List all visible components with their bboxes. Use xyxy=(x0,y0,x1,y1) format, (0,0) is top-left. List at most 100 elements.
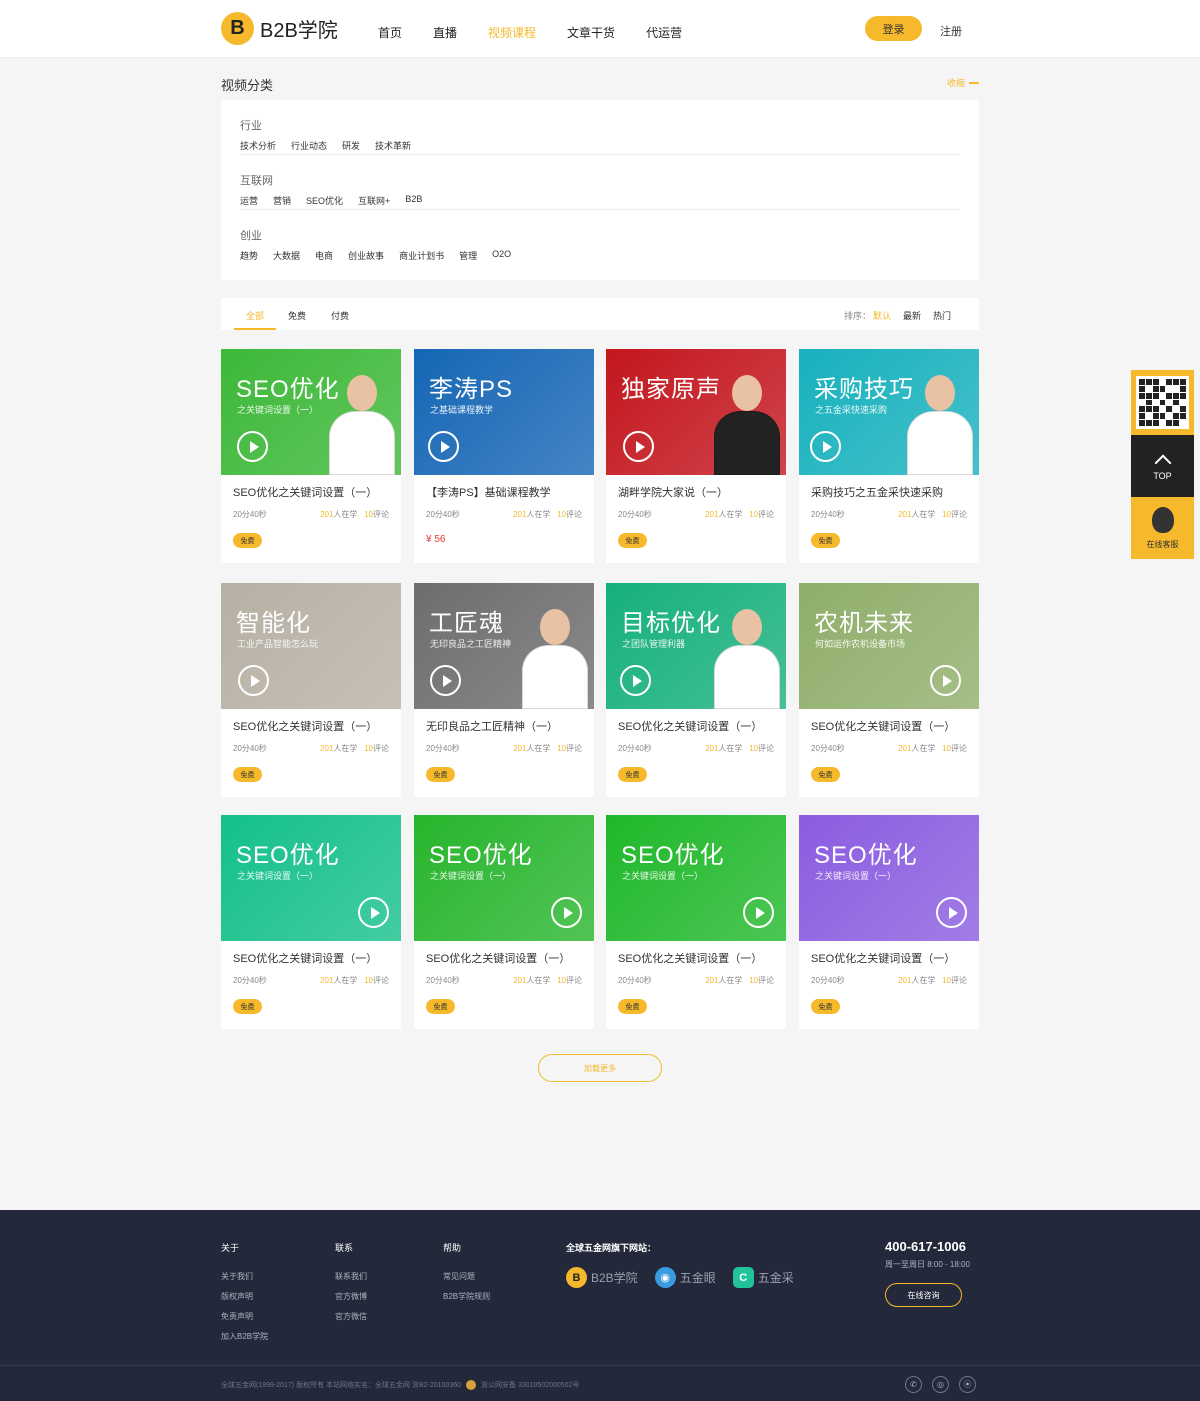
load-more-button[interactable]: 加载更多 xyxy=(538,1054,662,1082)
course-title[interactable]: 采购技巧之五金采快速采购 xyxy=(811,484,943,500)
footer-link[interactable]: 加入B2B学院 xyxy=(221,1331,268,1342)
category-item[interactable]: 行业动态 xyxy=(291,139,327,152)
weibo-icon[interactable]: ◎ xyxy=(932,1376,949,1393)
tab-all[interactable]: 全部 xyxy=(246,309,264,322)
footer-link[interactable]: 常见问题 xyxy=(443,1271,490,1282)
course-card[interactable]: SEO优化 之关键词设置（一） SEO优化之关键词设置（一） 20分40秒 20… xyxy=(414,815,594,1029)
footer-link[interactable]: B2B学院规则 xyxy=(443,1291,490,1302)
course-thumbnail[interactable]: SEO优化 之关键词设置（一） xyxy=(606,815,786,941)
footer-link[interactable]: 关于我们 xyxy=(221,1271,268,1282)
site-b2b-academy[interactable]: B B2B学院 xyxy=(566,1267,638,1288)
category-item[interactable]: 大数据 xyxy=(273,249,300,262)
online-consult-button[interactable]: 在线咨询 xyxy=(885,1283,962,1307)
footer-link[interactable]: 官方微博 xyxy=(335,1291,367,1302)
collapse-toggle[interactable]: 收缩 xyxy=(947,76,980,89)
play-icon[interactable] xyxy=(620,665,651,696)
play-icon[interactable] xyxy=(930,665,961,696)
site-wujincai[interactable]: C 五金采 xyxy=(732,1267,794,1288)
wechat-icon[interactable]: ✆ xyxy=(905,1376,922,1393)
course-card[interactable]: 李涛PS 之基础课程教学 【李涛PS】基础课程教学 20分40秒 201人在学 … xyxy=(414,349,594,563)
category-item[interactable]: 趋势 xyxy=(240,249,258,262)
course-card[interactable]: 采购技巧 之五金采快速采购 采购技巧之五金采快速采购 20分40秒 201人在学… xyxy=(799,349,979,563)
course-card[interactable]: 农机未来 何如运作农机设备市场 SEO优化之关键词设置（一） 20分40秒 20… xyxy=(799,583,979,797)
course-thumbnail[interactable]: 李涛PS 之基础课程教学 xyxy=(414,349,594,475)
course-title[interactable]: 【李涛PS】基础课程教学 xyxy=(426,484,551,500)
course-thumbnail[interactable]: SEO优化 之关键词设置（一） xyxy=(221,815,401,941)
play-icon[interactable] xyxy=(743,897,774,928)
course-title[interactable]: SEO优化之关键词设置（一） xyxy=(811,950,955,966)
footer-link[interactable]: 联系我们 xyxy=(335,1271,367,1282)
sort-default[interactable]: 默认 xyxy=(873,309,891,322)
site-wujinyan[interactable]: ◉ 五金眼 xyxy=(654,1267,716,1288)
active-tab-indicator xyxy=(234,328,276,330)
course-thumbnail[interactable]: 智能化 工业产品智能怎么玩 xyxy=(221,583,401,709)
nav-articles[interactable]: 文章干货 xyxy=(567,24,615,41)
category-item[interactable]: B2B xyxy=(405,194,422,207)
play-icon[interactable] xyxy=(428,431,459,462)
back-to-top-button[interactable]: TOP xyxy=(1131,435,1194,497)
tab-free[interactable]: 免费 xyxy=(288,309,306,322)
category-item[interactable]: 创业故事 xyxy=(348,249,384,262)
footer-link[interactable]: 版权声明 xyxy=(221,1291,268,1302)
course-thumbnail[interactable]: SEO优化 之关键词设置（一） xyxy=(221,349,401,475)
tab-paid[interactable]: 付费 xyxy=(331,309,349,322)
course-thumbnail[interactable]: SEO优化 之关键词设置（一） xyxy=(414,815,594,941)
course-thumbnail[interactable]: SEO优化 之关键词设置（一） xyxy=(799,815,979,941)
category-item[interactable]: 电商 xyxy=(315,249,333,262)
course-thumbnail[interactable]: 采购技巧 之五金采快速采购 xyxy=(799,349,979,475)
category-item[interactable]: 研发 xyxy=(342,139,360,152)
course-thumbnail[interactable]: 农机未来 何如运作农机设备市场 xyxy=(799,583,979,709)
course-title[interactable]: 无印良品之工匠精神（一） xyxy=(426,718,558,734)
course-thumbnail[interactable]: 目标优化 之团队管理利器 xyxy=(606,583,786,709)
category-item[interactable]: 互联网+ xyxy=(358,194,390,207)
category-item[interactable]: 管理 xyxy=(459,249,477,262)
play-icon[interactable] xyxy=(551,897,582,928)
course-thumbnail[interactable]: 独家原声 xyxy=(606,349,786,475)
play-icon[interactable] xyxy=(358,897,389,928)
nav-home[interactable]: 首页 xyxy=(378,24,402,41)
online-service-button[interactable]: 在线客服 xyxy=(1131,497,1194,559)
nav-live[interactable]: 直播 xyxy=(433,24,457,41)
course-title[interactable]: SEO优化之关键词设置（一） xyxy=(426,950,570,966)
category-item[interactable]: 技术分析 xyxy=(240,139,276,152)
sort-hot[interactable]: 热门 xyxy=(933,309,951,322)
category-item[interactable]: 运营 xyxy=(240,194,258,207)
course-title[interactable]: SEO优化之关键词设置（一） xyxy=(618,950,762,966)
play-icon[interactable] xyxy=(623,431,654,462)
course-card[interactable]: 独家原声 湖畔学院大家说（一） 20分40秒 201人在学 10评论 免费 xyxy=(606,349,786,563)
course-title[interactable]: SEO优化之关键词设置（一） xyxy=(233,484,377,500)
course-title[interactable]: SEO优化之关键词设置（一） xyxy=(811,718,955,734)
footer-col-heading: 关于 xyxy=(221,1243,240,1253)
footer-link[interactable]: 免责声明 xyxy=(221,1311,268,1322)
course-title[interactable]: 湖畔学院大家说（一） xyxy=(618,484,728,500)
category-item[interactable]: 营销 xyxy=(273,194,291,207)
zhihu-icon[interactable]: ⦿ xyxy=(959,1376,976,1393)
category-item[interactable]: 商业计划书 xyxy=(399,249,444,262)
play-icon[interactable] xyxy=(430,665,461,696)
play-icon[interactable] xyxy=(238,665,269,696)
course-title[interactable]: SEO优化之关键词设置（一） xyxy=(233,718,377,734)
course-card[interactable]: 工匠魂 无印良品之工匠精神 无印良品之工匠精神（一） 20分40秒 201人在学… xyxy=(414,583,594,797)
register-link[interactable]: 注册 xyxy=(940,23,962,39)
course-title[interactable]: SEO优化之关键词设置（一） xyxy=(618,718,762,734)
category-item[interactable]: O2O xyxy=(492,249,511,262)
nav-operations[interactable]: 代运营 xyxy=(646,24,682,41)
sort-newest[interactable]: 最新 xyxy=(903,309,921,322)
play-icon[interactable] xyxy=(810,431,841,462)
course-card[interactable]: SEO优化 之关键词设置（一） SEO优化之关键词设置（一） 20分40秒 20… xyxy=(221,349,401,563)
play-icon[interactable] xyxy=(936,897,967,928)
category-item[interactable]: SEO优化 xyxy=(306,194,343,207)
course-card[interactable]: 目标优化 之团队管理利器 SEO优化之关键词设置（一） 20分40秒 201人在… xyxy=(606,583,786,797)
course-card[interactable]: SEO优化 之关键词设置（一） SEO优化之关键词设置（一） 20分40秒 20… xyxy=(606,815,786,1029)
course-card[interactable]: SEO优化 之关键词设置（一） SEO优化之关键词设置（一） 20分40秒 20… xyxy=(221,815,401,1029)
login-button[interactable]: 登录 xyxy=(865,16,922,41)
course-card[interactable]: 智能化 工业产品智能怎么玩 SEO优化之关键词设置（一） 20分40秒 201人… xyxy=(221,583,401,797)
footer-link[interactable]: 官方微信 xyxy=(335,1311,367,1322)
nav-video-courses[interactable]: 视频课程 xyxy=(488,24,536,41)
course-card[interactable]: SEO优化 之关键词设置（一） SEO优化之关键词设置（一） 20分40秒 20… xyxy=(799,815,979,1029)
course-title[interactable]: SEO优化之关键词设置（一） xyxy=(233,950,377,966)
logo[interactable]: B B2B学院 xyxy=(221,12,338,45)
course-thumbnail[interactable]: 工匠魂 无印良品之工匠精神 xyxy=(414,583,594,709)
play-icon[interactable] xyxy=(237,431,268,462)
category-item[interactable]: 技术革新 xyxy=(375,139,411,152)
